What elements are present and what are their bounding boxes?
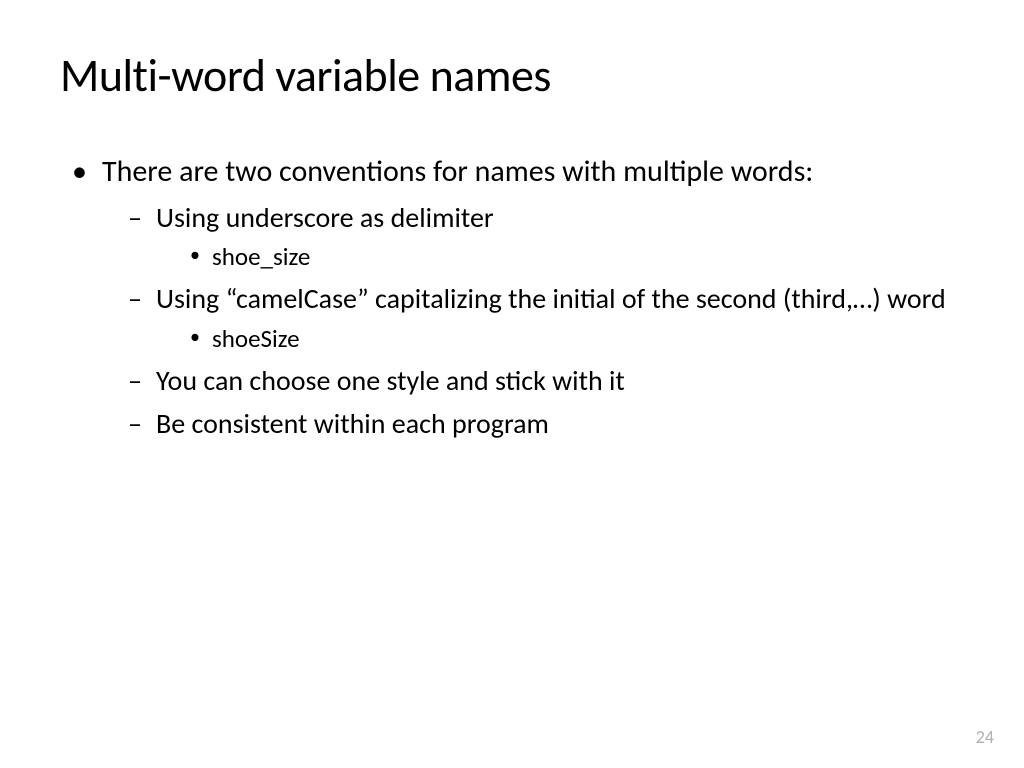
slide-title: Multi-word variable names (60, 48, 964, 104)
slide-container: Multi-word variable names There are two … (0, 0, 1024, 768)
bullet-sub1-text: Using underscore as delimiter (156, 200, 494, 235)
bullet-main: There are two conventions for names with… (60, 152, 964, 443)
page-number: 24 (976, 726, 994, 748)
bullet-sub3: You can choose one style and stick with … (120, 362, 964, 400)
bullet-main-text: There are two conventions for names with… (102, 153, 813, 190)
bullet-sub3-text: You can choose one style and stick with … (156, 363, 625, 398)
bullet-sub4: Be consistent within each program (120, 405, 964, 443)
bullet-list-level3-b: shoeSize (156, 322, 964, 356)
bullet-sub4-text: Be consistent within each program (156, 406, 549, 441)
bullet-sub2-example: shoeSize (184, 322, 964, 356)
slide-content: There are two conventions for names with… (60, 152, 964, 443)
bullet-sub1-example-text: shoe_size (212, 241, 310, 272)
bullet-sub2-text: Using “camelCase” capitalizing the initi… (156, 281, 946, 316)
bullet-sub1: Using underscore as delimiter shoe_size (120, 199, 964, 275)
bullet-sub2: Using “camelCase” capitalizing the initi… (120, 280, 964, 356)
bullet-sub2-example-text: shoeSize (212, 323, 300, 354)
bullet-list-level3-a: shoe_size (156, 240, 964, 274)
bullet-list-level2: Using underscore as delimiter shoe_size … (102, 199, 964, 444)
bullet-list-level1: There are two conventions for names with… (60, 152, 964, 443)
bullet-sub1-example: shoe_size (184, 240, 964, 274)
